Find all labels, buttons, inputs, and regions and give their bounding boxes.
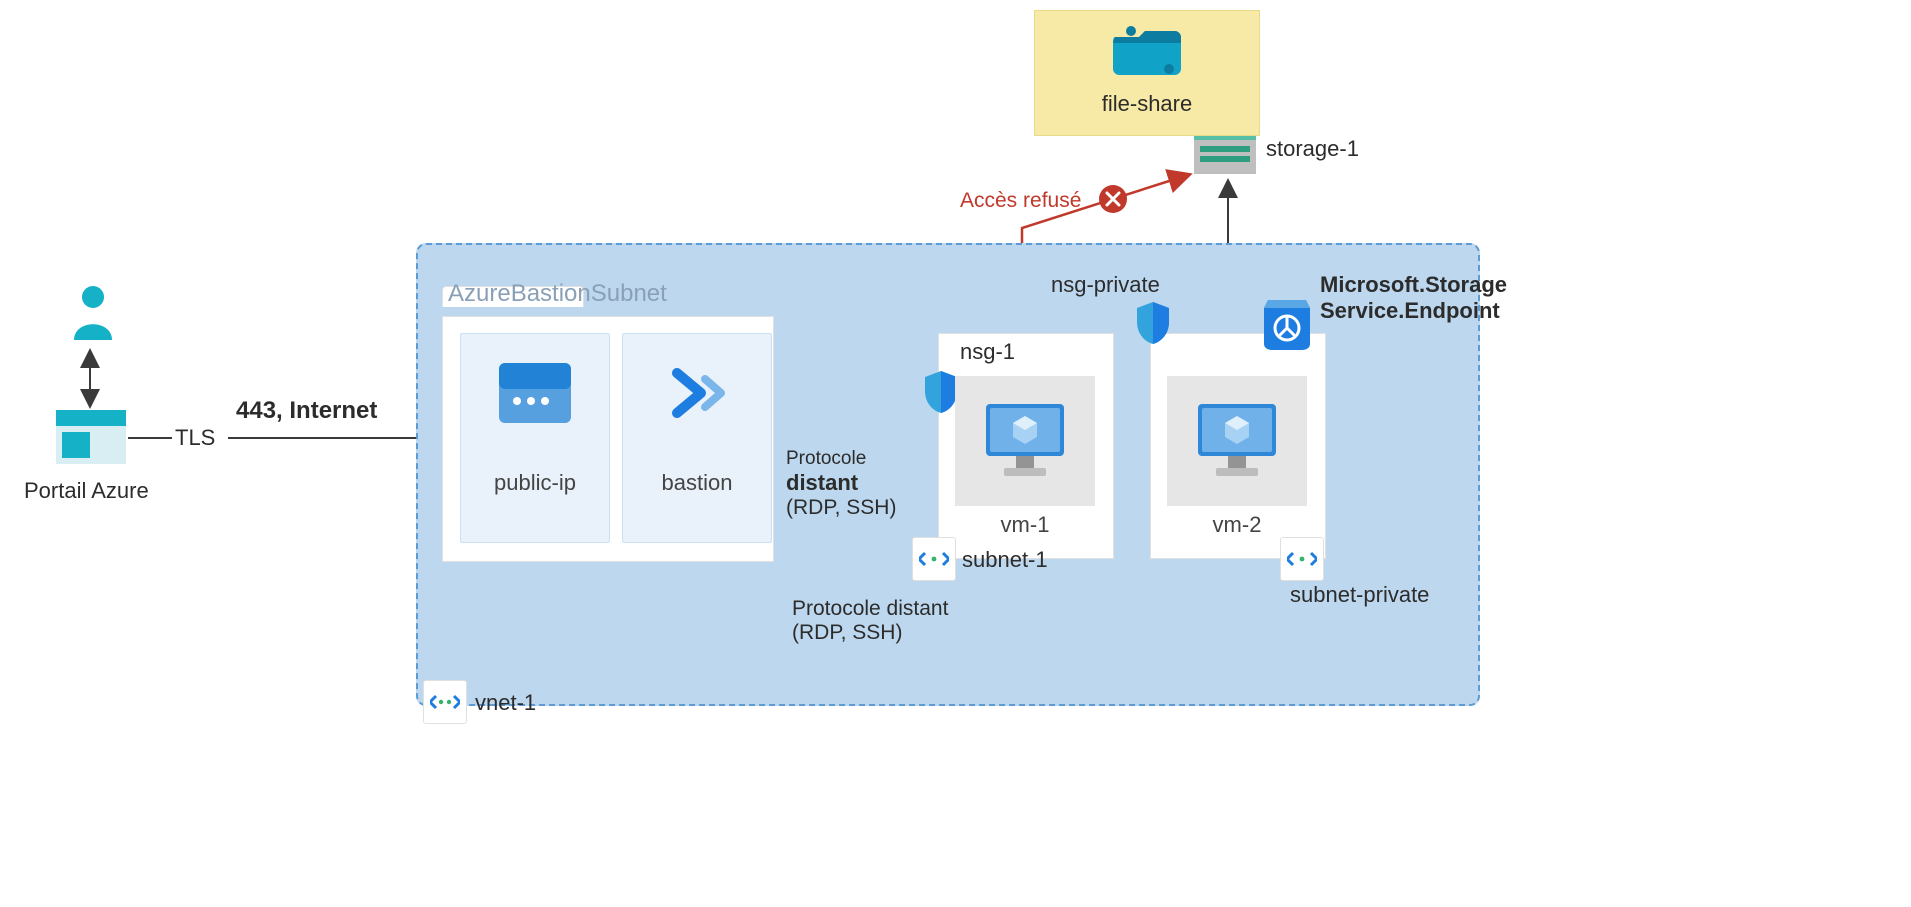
bastion-label: bastion: [623, 470, 771, 496]
vm-icon: [980, 400, 1070, 482]
file-share-box: file-share: [1034, 10, 1260, 136]
remote-proto-label-1: Protocole distant (RDP, SSH): [786, 448, 896, 520]
storage-1-label: storage-1: [1266, 136, 1359, 162]
portal-azure-icon: [56, 410, 126, 469]
tls-label: TLS: [175, 425, 215, 451]
subnet-private-badge-icon: [1280, 537, 1324, 581]
denied-x-icon: [1098, 184, 1128, 219]
public-ip-label: public-ip: [461, 470, 609, 496]
remote-proto-label-2: Protocole distant (RDP, SSH): [792, 597, 948, 645]
file-share-label: file-share: [1035, 91, 1259, 117]
vnet-badge-icon: [423, 680, 467, 724]
user-icon: [70, 285, 116, 345]
vm-icon: [1192, 400, 1282, 482]
port-443-label: 443, Internet: [236, 397, 377, 425]
service-endpoint-label: Microsoft.Storage Service.Endpoint: [1320, 272, 1507, 324]
vm-2-label: vm-2: [1167, 512, 1307, 538]
subnet-private-label: subnet-private: [1290, 582, 1429, 608]
nsg-1-label: nsg-1: [960, 339, 1015, 365]
vnet-1-label: vnet-1: [475, 690, 536, 716]
vm-1-label: vm-1: [955, 512, 1095, 538]
public-ip-card: public-ip: [460, 333, 610, 543]
bastion-subnet-label: AzureBastionSubnet: [448, 280, 667, 308]
file-share-icon: [1111, 23, 1183, 79]
bastion-card: bastion: [622, 333, 772, 543]
bastion-icon: [657, 359, 737, 427]
public-ip-icon: [495, 359, 575, 427]
vm-2-icon-wrap: [1167, 376, 1307, 506]
subnet-1-badge-icon: [912, 537, 956, 581]
vm-1-icon-wrap: [955, 376, 1095, 506]
portal-azure-label: Portail Azure: [24, 478, 149, 504]
service-endpoint-icon: [1260, 294, 1314, 357]
shield-icon-nsg-private: [1133, 300, 1173, 351]
nsg-private-label: nsg-private: [1051, 272, 1160, 298]
subnet-1-label: subnet-1: [962, 547, 1048, 573]
access-denied-label: Accès refusé: [960, 189, 1081, 213]
